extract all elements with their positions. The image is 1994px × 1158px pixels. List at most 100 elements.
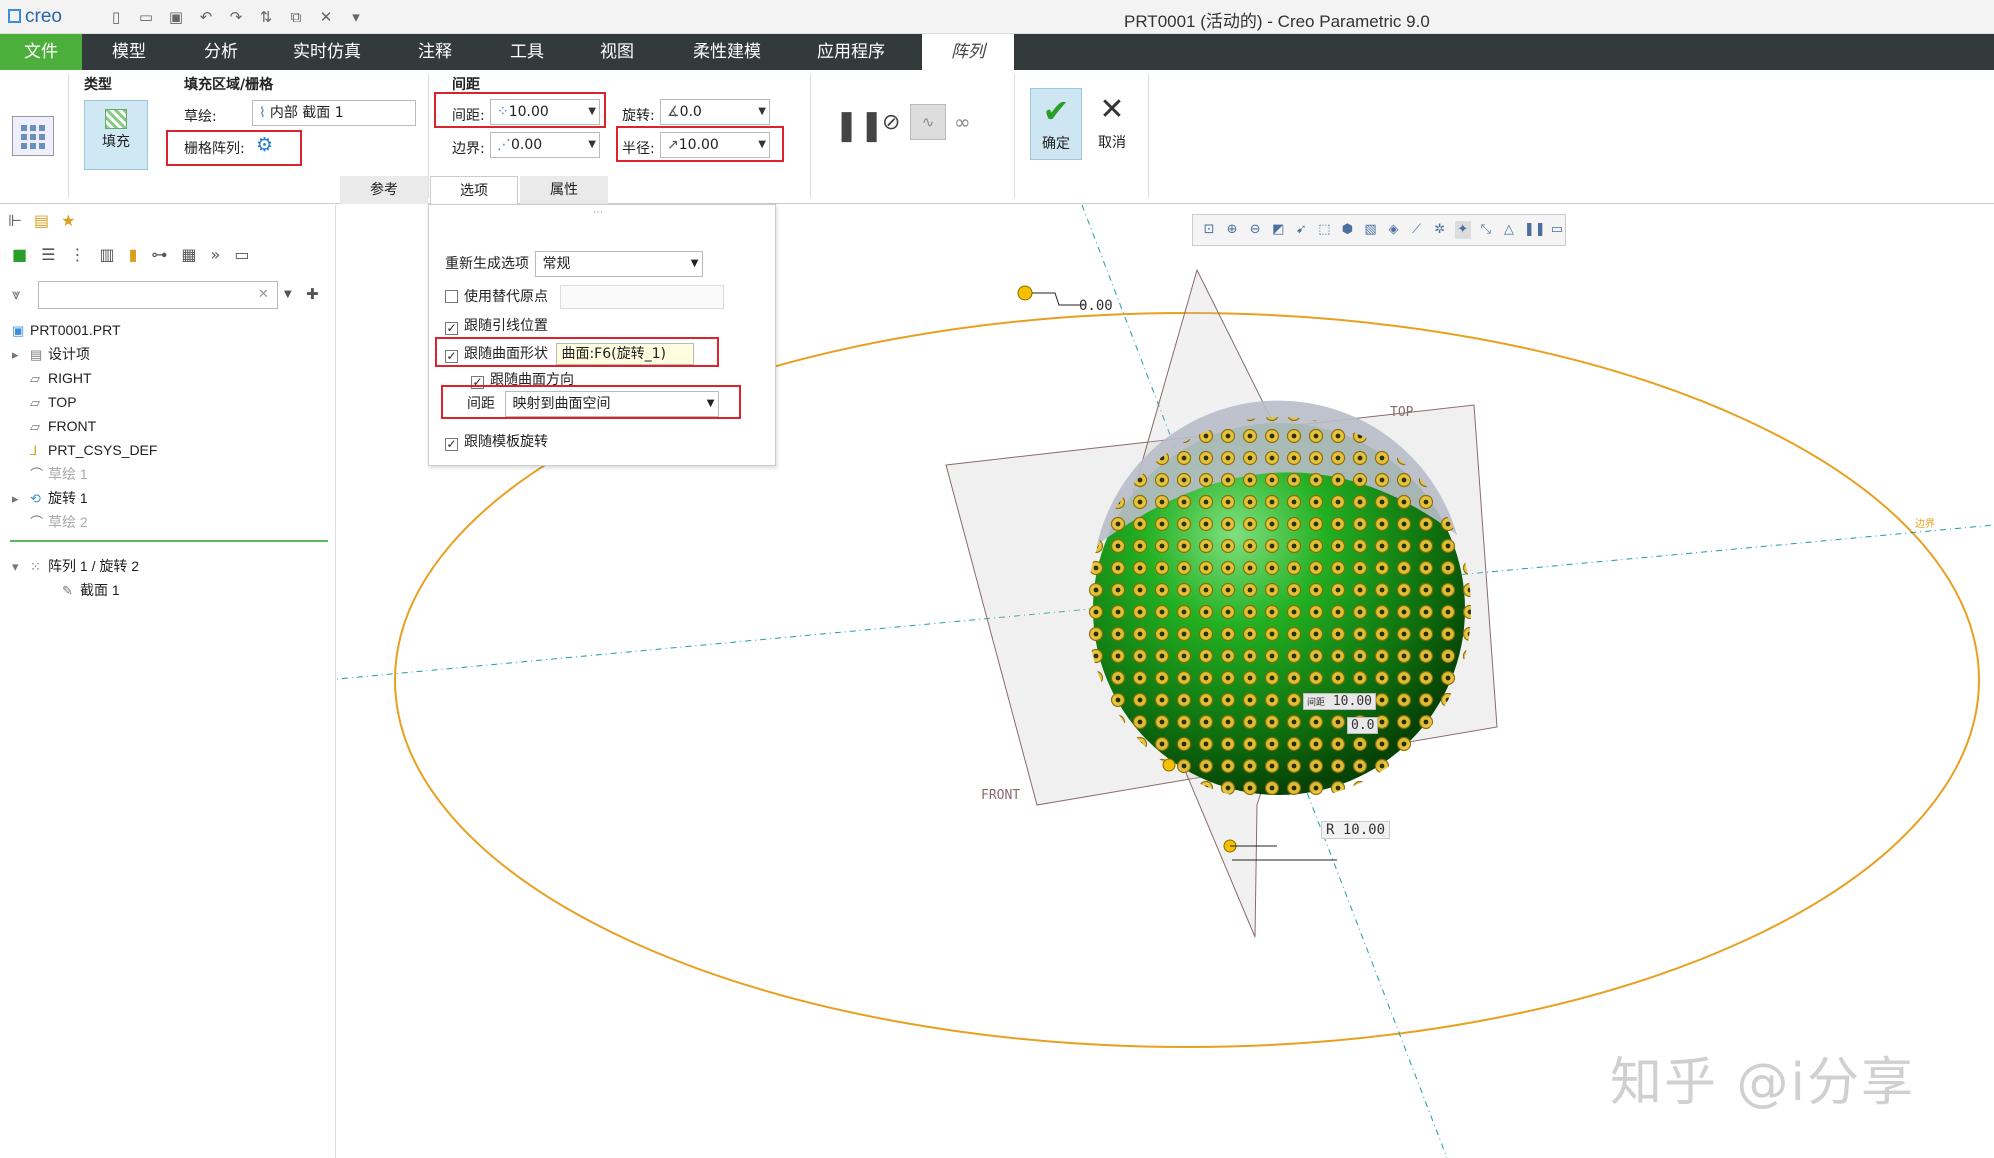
watermark: 知乎 @i分享 <box>1610 1053 1915 1113</box>
rotation-field[interactable]: ∡0.0 ▼ <box>660 99 770 125</box>
tree-item-top[interactable]: ▱ TOP <box>30 391 77 413</box>
columns-icon[interactable]: ▥ <box>99 245 114 264</box>
tree-item-sketch2[interactable]: ⌒ 草绘 2 <box>30 511 88 533</box>
undo-icon[interactable]: ↶ <box>196 7 216 27</box>
tree-toolbar: ■ ☰ ⋮ ▥ ▮ ⊶ ▦ » ▭ <box>12 245 249 264</box>
tree-item-sketch1[interactable]: ⌒ 草绘 1 <box>30 463 88 485</box>
regenerate-icon[interactable]: ⇅ <box>256 7 276 27</box>
tree-filter-icon[interactable]: ⊶ <box>151 245 167 264</box>
list-icon[interactable]: ☰ <box>41 245 55 264</box>
redo-icon[interactable]: ↷ <box>226 7 246 27</box>
model-tree-panel: ⊩ ▤ ★ ■ ☰ ⋮ ▥ ▮ ⊶ ▦ » ▭ ⩔ ✕ ▼ ✚ ▣ PRT0001… <box>0 205 336 1158</box>
dim-top-value[interactable]: 0.00 <box>1079 298 1113 314</box>
display-style-icon[interactable]: ⬢ <box>1339 221 1355 239</box>
tab-applications[interactable]: 应用程序 <box>802 34 900 70</box>
csys-display-icon[interactable]: ⤡ <box>1478 221 1494 239</box>
tree-item-pattern1[interactable]: ▾ ⁙ 阵列 1 / 旋转 2 <box>12 555 139 577</box>
customize-icon[interactable]: ▾ <box>346 7 366 27</box>
pattern-icon <box>12 116 54 156</box>
tab-simulation[interactable]: 实时仿真 <box>280 34 374 70</box>
tab-analysis[interactable]: 分析 <box>184 34 258 70</box>
no-preview-icon[interactable]: ⊘ <box>882 110 900 135</box>
tree-item-prt0001[interactable]: ▣ PRT0001.PRT <box>12 319 121 341</box>
tree-item-front[interactable]: ▱ FRONT <box>30 415 96 437</box>
model-tree-icon[interactable]: ⊩ <box>8 211 22 230</box>
page-icon[interactable]: ▭ <box>234 245 249 264</box>
datum-display-icon[interactable]: ⟋ <box>1409 221 1425 239</box>
spin-center-icon[interactable]: ✦ <box>1454 221 1471 239</box>
more-icon[interactable]: » <box>211 245 221 264</box>
reorient-icon[interactable]: ➹ <box>1293 221 1309 239</box>
tree-item-design-items[interactable]: ▸ ▤ 设计项 <box>12 343 90 365</box>
favorites-icon[interactable]: ★ <box>61 211 75 230</box>
tab-pattern[interactable]: 阵列 <box>922 34 1014 70</box>
type-group-title: 类型 <box>84 77 112 93</box>
settings-icon[interactable]: ▦ <box>181 245 196 264</box>
ok-button[interactable]: ✔ 确定 <box>1030 88 1082 160</box>
tab-model[interactable]: 模型 <box>92 34 166 70</box>
tab-tools[interactable]: 工具 <box>490 34 564 70</box>
tree-item-right[interactable]: ▱ RIGHT <box>30 367 92 389</box>
datum-plane-icon: ▱ <box>30 419 40 434</box>
simulation-icon[interactable]: △ <box>1501 221 1517 239</box>
add-filter-icon[interactable]: ✚ <box>306 285 319 303</box>
tree-item-section1[interactable]: ✎ 截面 1 <box>62 579 120 601</box>
regen-select[interactable]: 常规 ▼ <box>535 251 704 277</box>
show-icon[interactable]: ▮ <box>129 245 138 264</box>
tab-view[interactable]: 视图 <box>580 34 654 70</box>
perspective-icon[interactable]: ◈ <box>1386 221 1402 239</box>
fill-type-button[interactable]: 填充 <box>84 100 148 170</box>
annotation-display-icon[interactable]: ✲ <box>1432 221 1448 239</box>
sketch-field[interactable]: ⌇ 内部 截面 1 <box>252 100 416 126</box>
expand-icon[interactable]: ▸ <box>12 488 30 510</box>
zoom-out-icon[interactable]: ⊖ <box>1247 221 1263 239</box>
dim-spacing-value: 10.00 <box>1332 694 1372 709</box>
border-field[interactable]: ⋰0.00 ▼ <box>490 132 600 158</box>
tab-options[interactable]: 选项 <box>430 176 518 204</box>
dim-radius-value[interactable]: R 10.00 <box>1321 821 1391 839</box>
save-icon[interactable]: ▣ <box>166 7 186 27</box>
tab-properties[interactable]: 属性 <box>520 176 608 204</box>
tab-references[interactable]: 参考 <box>340 176 428 204</box>
pause-icon[interactable]: ❚❚ <box>834 108 884 143</box>
pause-icon[interactable]: ❚❚ <box>1524 221 1546 239</box>
open-icon[interactable]: ▭ <box>136 7 156 27</box>
verify-icon[interactable]: ∿ <box>910 104 946 140</box>
zoom-in-icon[interactable]: ⊕ <box>1224 221 1240 239</box>
sketch-icon: ⌇ <box>259 105 266 121</box>
dim-spacing-tag[interactable]: 间距 10.00 <box>1303 693 1376 710</box>
glasses-icon[interactable]: ∞ <box>954 110 971 134</box>
dropdown-arrow-icon[interactable]: ▼ <box>588 133 596 157</box>
alt-origin-checkbox[interactable] <box>445 290 458 303</box>
dropdown-arrow-icon[interactable]: ▼ <box>758 100 766 124</box>
repaint-icon[interactable]: ◩ <box>1270 221 1286 239</box>
panel-grip[interactable]: ⋯ <box>593 207 603 218</box>
tree-item-revolve1[interactable]: ▸ ⟲ 旋转 1 <box>12 487 88 509</box>
tab-file[interactable]: 文件 <box>0 34 82 70</box>
search-dropdown-icon[interactable]: ▼ <box>284 289 292 300</box>
follow-template-checkbox[interactable]: ✓ <box>445 438 458 451</box>
expand-icon[interactable]: ▸ <box>12 344 30 366</box>
clear-search-icon[interactable]: ✕ <box>258 287 269 302</box>
refit-icon[interactable]: ⊡ <box>1201 221 1217 239</box>
dropdown-arrow-icon[interactable]: ▼ <box>691 252 699 276</box>
slide-icon[interactable]: ▭ <box>1549 221 1565 239</box>
collapse-icon[interactable]: ▾ <box>12 556 30 578</box>
tab-annotate[interactable]: 注释 <box>398 34 472 70</box>
cancel-button[interactable]: ✕ 取消 <box>1086 88 1138 160</box>
tree-item-csys[interactable]: ⅃ PRT_CSYS_DEF <box>30 439 157 461</box>
filter-icon[interactable]: ⩔ <box>12 285 20 303</box>
list-detail-icon[interactable]: ⋮ <box>69 245 85 264</box>
new-icon[interactable]: ▯ <box>106 7 126 27</box>
folder-browser-icon[interactable]: ▤ <box>34 211 49 230</box>
alt-origin-field[interactable] <box>560 285 725 309</box>
close-window-icon[interactable]: ✕ <box>316 7 336 27</box>
follow-leader-checkbox[interactable]: ✓ <box>445 322 458 335</box>
tree-search-input[interactable] <box>38 281 278 309</box>
windows-icon[interactable]: ⧉ <box>286 7 306 27</box>
dim-zero-value[interactable]: 0.0 <box>1347 717 1379 734</box>
part-icon[interactable]: ■ <box>12 245 27 264</box>
saved-views-icon[interactable]: ⬚ <box>1316 221 1332 239</box>
tab-flexible-modeling[interactable]: 柔性建模 <box>680 34 774 70</box>
view-manager-icon[interactable]: ▧ <box>1362 221 1378 239</box>
